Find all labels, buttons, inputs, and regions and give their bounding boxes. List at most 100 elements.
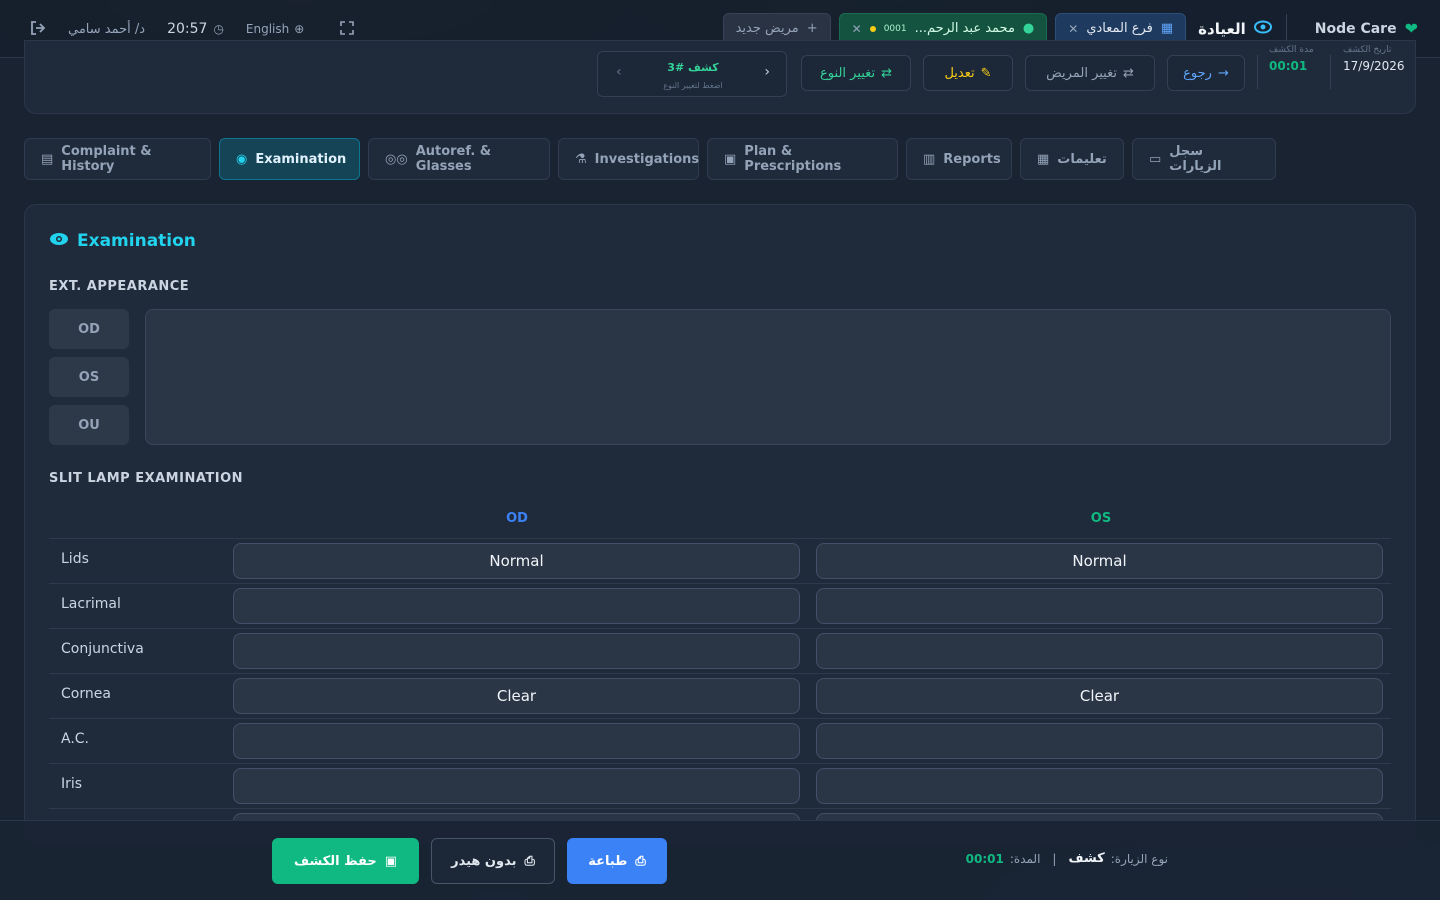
duration-label: المدة: (1009, 851, 1041, 866)
tab-examination[interactable]: ◉ Examination (219, 138, 360, 180)
conjunctiva-os-input[interactable] (816, 633, 1383, 669)
row-label: Cornea (61, 686, 111, 702)
row-label: Lids (61, 551, 89, 567)
arrow-right-icon: → (1217, 65, 1229, 81)
os-column-header: OS (1090, 511, 1112, 526)
exam-duration-value: 00:01 (1269, 59, 1308, 73)
heart-pulse-icon: ❤ (1404, 19, 1418, 38)
print-button[interactable]: ⎙ طباعة (567, 838, 667, 884)
patient-code: 0001 (883, 23, 907, 34)
exam-date: تاريخ الكشف 17/9/2026 (1343, 45, 1405, 73)
slit-row-cornea: Cornea Clear Clear (49, 673, 1391, 718)
tab-instructions[interactable]: ▦ تعليمات (1020, 138, 1124, 180)
ext-appearance-textarea[interactable] (145, 309, 1391, 445)
file-icon: ▥ (923, 151, 936, 167)
tab-reports[interactable]: ▥ Reports (906, 138, 1012, 180)
tab-complaint-history[interactable]: ▤ Complaint & History (24, 138, 211, 180)
change-type-button[interactable]: ⇄ تغيير النوع (801, 55, 911, 91)
eye-icon (49, 231, 69, 251)
tab-label: Investigations (594, 151, 700, 167)
save-visit-button[interactable]: ▣ حفظ الكشف (272, 838, 419, 884)
plus-icon: + (806, 21, 818, 36)
divider (1257, 55, 1258, 89)
footer-bar: ▣ حفظ الكشف ⎙ بدون هيدر ⎙ طباعة نوع الزي… (0, 820, 1440, 900)
visit-header: تاريخ الكشف 17/9/2026 مدة الكشف 00:01 → … (24, 40, 1416, 114)
iris-os-input[interactable] (816, 768, 1383, 804)
tab-autoref-glasses[interactable]: ◎◎ Autoref. & Glasses (368, 138, 550, 180)
tab-visit-history[interactable]: ▭ سجل الزيارات (1132, 138, 1276, 180)
divider (1285, 13, 1287, 44)
back-button[interactable]: → رجوع (1167, 55, 1245, 91)
clock: 20:57 ◷ (167, 21, 224, 37)
tab-label: Examination (255, 151, 347, 167)
printer-icon: ⎙ (635, 853, 646, 869)
chevron-right-icon[interactable]: › (764, 64, 770, 80)
back-label: رجوع (1183, 65, 1212, 81)
lids-os-input[interactable]: Normal (816, 543, 1383, 579)
duration-value: 00:01 (965, 851, 1004, 866)
close-icon[interactable]: ✕ (852, 22, 862, 36)
status-dot (869, 25, 876, 32)
fullscreen-icon[interactable] (340, 20, 355, 38)
slit-row-lids: Lids Normal Normal (49, 538, 1391, 583)
footer-visit-info: نوع الزيارة: كشف | المدة: 00:01 (954, 851, 1168, 866)
conjunctiva-od-input[interactable] (233, 633, 800, 669)
user-icon: ● (1022, 21, 1035, 36)
lids-od-input[interactable]: Normal (233, 543, 800, 579)
document-icon: ▦ (1037, 151, 1050, 167)
edit-button[interactable]: ✎ تعديل (923, 55, 1013, 91)
eye-button-od[interactable]: OD (49, 309, 129, 349)
lacrimal-os-input[interactable] (816, 588, 1383, 624)
tab-investigations[interactable]: ⚗ Investigations (558, 138, 699, 180)
clock-time: 20:57 (167, 21, 208, 37)
change-type-label: تغيير النوع (820, 65, 876, 81)
slit-lamp-title: SLIT LAMP EXAMINATION (49, 471, 244, 486)
print-label: طباعة (588, 853, 628, 869)
eye-icon: ◉ (236, 151, 248, 167)
slit-row-ac: A.C. (49, 718, 1391, 763)
iris-od-input[interactable] (233, 768, 800, 804)
save-label: حفظ الكشف (293, 853, 377, 869)
row-label: Iris (61, 776, 83, 792)
eye-button-os[interactable]: OS (49, 357, 129, 397)
globe-icon: ⊕ (294, 22, 305, 36)
eye-icon (1253, 20, 1272, 38)
tab-label: تعليمات (1057, 151, 1107, 167)
edit-label: تعديل (944, 65, 975, 81)
change-patient-button[interactable]: ⇄ تغيير المريض (1025, 55, 1155, 91)
eye-button-ou[interactable]: OU (49, 405, 129, 445)
prescription-icon: ▣ (724, 151, 737, 167)
divider (1330, 55, 1331, 89)
print-no-header-button[interactable]: ⎙ بدون هيدر (431, 838, 555, 884)
exam-date-value: 17/9/2026 (1343, 59, 1405, 73)
ac-od-input[interactable] (233, 723, 800, 759)
chevron-left-icon[interactable]: ‹ (616, 64, 622, 80)
tab-label: Complaint & History (61, 144, 152, 174)
language-label: English (245, 22, 290, 36)
tab-bar: ▤ Complaint & History ◉ Examination ◎◎ A… (24, 138, 1276, 180)
brand[interactable]: Node Care ❤ (1315, 19, 1418, 38)
cornea-od-input[interactable]: Clear (233, 678, 800, 714)
logout-icon[interactable] (30, 20, 46, 39)
slit-row-conjunctiva: Conjunctiva (49, 628, 1391, 673)
row-label: Lacrimal (61, 596, 121, 612)
clinic-label: العيادة (1198, 19, 1246, 38)
glasses-icon: ◎◎ (385, 151, 408, 167)
ac-os-input[interactable] (816, 723, 1383, 759)
change-patient-label: تغيير المريض (1046, 65, 1117, 81)
swap-icon: ⇄ (1122, 65, 1134, 81)
language-switch[interactable]: English ⊕ (246, 22, 304, 36)
exam-date-label: تاريخ الكشف (1343, 45, 1392, 55)
row-label: A.C. (61, 731, 90, 747)
visit-selector[interactable]: › ‹ كشف #3 اضغط لتغيير النوع (597, 51, 787, 97)
lacrimal-od-input[interactable] (233, 588, 800, 624)
row-label: Conjunctiva (61, 641, 144, 657)
tab-label: Autoref. & Glasses (415, 144, 492, 174)
user-edit-icon: ✎ (980, 65, 992, 81)
visit-type-value: كشف (1068, 851, 1105, 866)
tab-plan-prescriptions[interactable]: ▣ Plan & Prescriptions (707, 138, 898, 180)
cornea-os-input[interactable]: Clear (816, 678, 1383, 714)
clock-icon: ◷ (213, 22, 224, 36)
close-icon[interactable]: ✕ (1068, 22, 1078, 36)
clipboard-icon: ▤ (41, 151, 54, 167)
